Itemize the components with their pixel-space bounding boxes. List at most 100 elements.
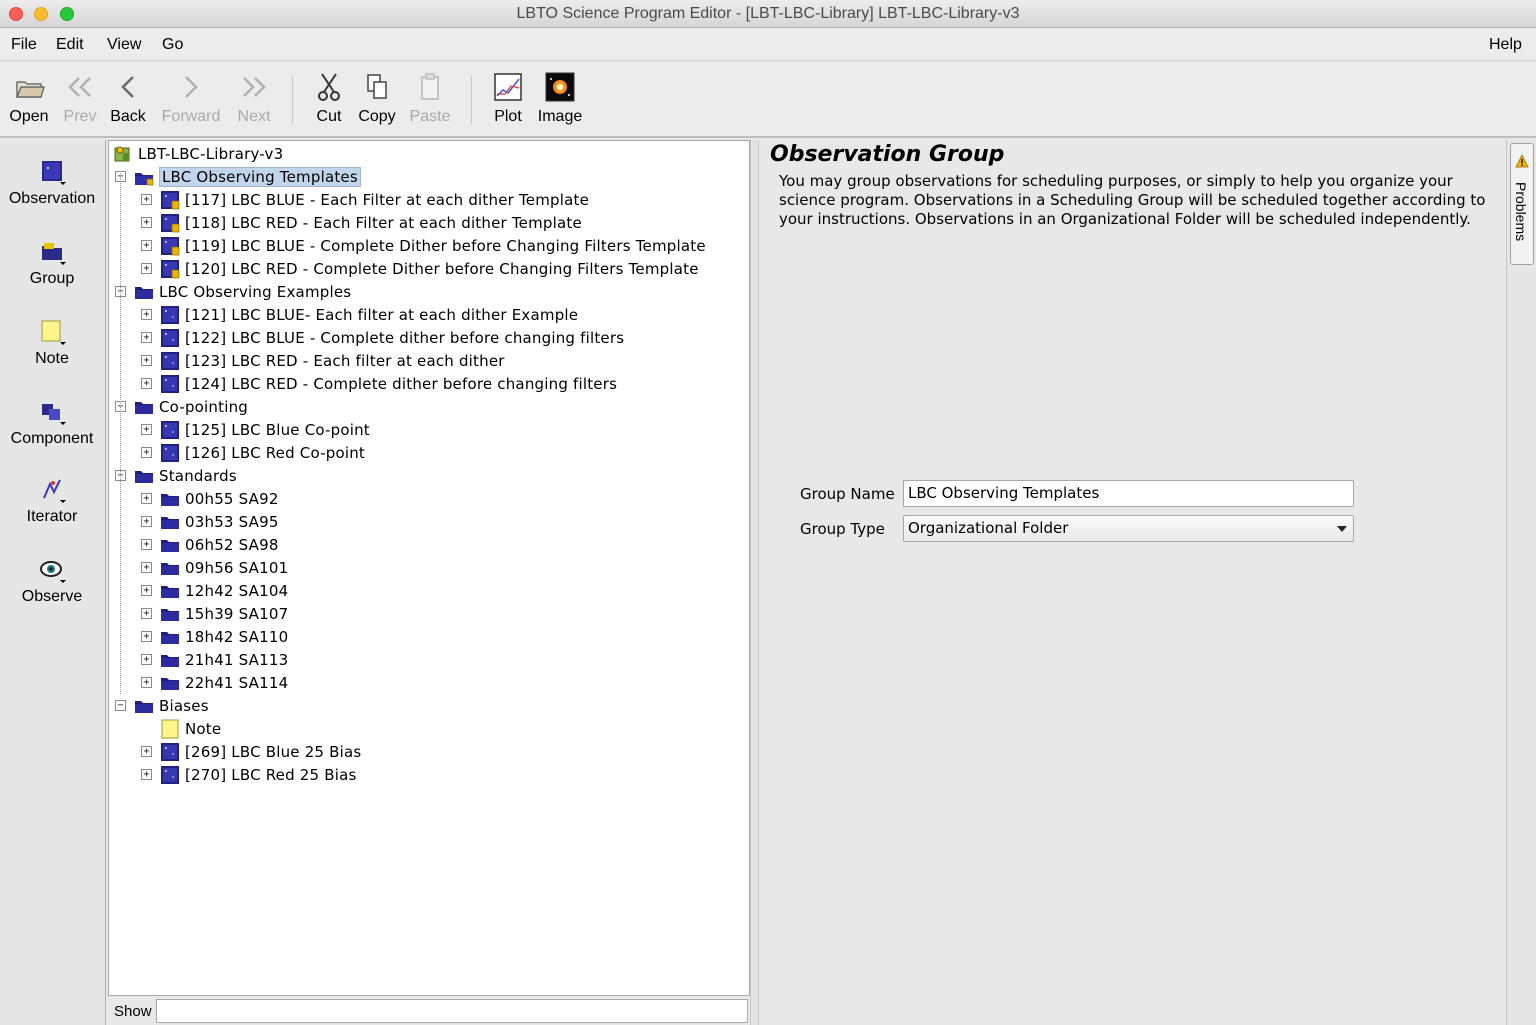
- prev-button[interactable]: Prev: [60, 70, 100, 126]
- tree-group-examples[interactable]: − LBC Observing Examples: [115, 280, 351, 303]
- observation-icon: [161, 765, 179, 784]
- expand-toggle[interactable]: +: [141, 539, 152, 550]
- palette-observe[interactable]: Observe: [0, 556, 104, 606]
- collapse-toggle[interactable]: −: [115, 700, 126, 711]
- tree-item[interactable]: + [121] LBC BLUE- Each filter at each dit…: [141, 303, 578, 326]
- tree-item[interactable]: + [269] LBC Blue 25 Bias: [141, 740, 361, 763]
- expand-toggle[interactable]: +: [141, 217, 152, 228]
- menu-file[interactable]: File: [11, 36, 37, 54]
- note-icon: [41, 320, 66, 345]
- expand-toggle[interactable]: +: [141, 332, 152, 343]
- tree-item[interactable]: + [126] LBC Red Co-point: [141, 441, 365, 464]
- menu-go[interactable]: Go: [162, 36, 183, 54]
- note-icon: [161, 719, 179, 738]
- observation-icon: [42, 161, 66, 185]
- tree-item[interactable]: +12h42 SA104: [141, 579, 288, 602]
- back-button[interactable]: Back: [108, 70, 148, 126]
- tree-node-label: [269] LBC Blue 25 Bias: [185, 742, 362, 761]
- palette-observation[interactable]: Observation: [0, 158, 104, 208]
- menu-bar: File Edit View Go Help: [0, 28, 1536, 61]
- image-button[interactable]: Image: [536, 70, 584, 126]
- program-tree[interactable]: LBT-LBC-Library-v3− LBC Observing Templat…: [108, 140, 750, 996]
- eye-icon: [40, 561, 66, 583]
- tree-item[interactable]: + [125] LBC Blue Co-point: [141, 418, 370, 441]
- tree-group-copointing[interactable]: − Co-pointing: [115, 395, 248, 418]
- expand-toggle[interactable]: +: [141, 424, 152, 435]
- expand-toggle[interactable]: +: [141, 654, 152, 665]
- split-pane-divider[interactable]: [750, 140, 759, 1025]
- folder-icon: [135, 470, 153, 483]
- observation-icon: [161, 374, 179, 393]
- expand-toggle[interactable]: +: [141, 608, 152, 619]
- menu-view[interactable]: View: [107, 36, 141, 54]
- tree-item[interactable]: +06h52 SA98: [141, 533, 279, 556]
- tree-item[interactable]: + [270] LBC Red 25 Bias: [141, 763, 357, 786]
- open-button[interactable]: Open: [6, 70, 52, 126]
- palette-component[interactable]: Component: [0, 398, 104, 448]
- expand-toggle[interactable]: +: [141, 631, 152, 642]
- expand-toggle[interactable]: +: [141, 516, 152, 527]
- tree-note-item[interactable]: Note: [141, 717, 221, 740]
- paste-button[interactable]: Paste: [408, 70, 452, 126]
- expand-toggle[interactable]: +: [141, 746, 152, 757]
- tree-item[interactable]: +09h56 SA101: [141, 556, 288, 579]
- expand-toggle[interactable]: +: [141, 194, 152, 205]
- expand-toggle[interactable]: +: [141, 562, 152, 573]
- expand-toggle[interactable]: +: [141, 493, 152, 504]
- tree-item[interactable]: + [120] LBC RED - Complete Dither before …: [141, 257, 699, 280]
- palette-iterator[interactable]: Iterator: [0, 476, 104, 526]
- expand-toggle[interactable]: +: [141, 585, 152, 596]
- tree-item[interactable]: + [124] LBC RED - Complete dither before …: [141, 372, 617, 395]
- group-type-select[interactable]: Organizational Folder: [903, 515, 1354, 542]
- iterator-icon: [43, 479, 66, 503]
- tree-item[interactable]: +15h39 SA107: [141, 602, 288, 625]
- tree-group-standards[interactable]: − Standards: [115, 464, 237, 487]
- tree-node-label: [126] LBC Red Co-point: [185, 443, 365, 462]
- cut-button[interactable]: Cut: [312, 70, 346, 126]
- expand-toggle[interactable]: +: [141, 355, 152, 366]
- tree-item[interactable]: + [123] LBC RED - Each filter at each dit…: [141, 349, 505, 372]
- tree-item[interactable]: +21h41 SA113: [141, 648, 288, 671]
- tree-item[interactable]: + [117] LBC BLUE - Each Filter at each di…: [141, 188, 589, 211]
- expand-toggle[interactable]: +: [141, 769, 152, 780]
- forward-button[interactable]: Forward: [158, 70, 224, 126]
- palette-group[interactable]: Group: [0, 238, 104, 288]
- expand-toggle[interactable]: +: [141, 240, 152, 251]
- tree-item[interactable]: + [118] LBC RED - Each Filter at each dit…: [141, 211, 582, 234]
- folder-icon: [161, 608, 179, 621]
- group-icon: [42, 243, 66, 265]
- menu-help[interactable]: Help: [1489, 36, 1522, 54]
- observation-icon: [161, 328, 179, 347]
- expand-toggle[interactable]: +: [141, 447, 152, 458]
- show-filter-input[interactable]: [156, 999, 748, 1023]
- tree-item[interactable]: + [122] LBC BLUE - Complete dither before…: [141, 326, 624, 349]
- tree-item[interactable]: +03h53 SA95: [141, 510, 279, 533]
- menu-edit[interactable]: Edit: [56, 36, 84, 54]
- palette-note[interactable]: Note: [0, 318, 104, 368]
- problems-tab[interactable]: Problems: [1510, 143, 1534, 265]
- plot-button[interactable]: Plot: [490, 70, 526, 126]
- tree-item[interactable]: +18h42 SA110: [141, 625, 288, 648]
- tree-node-label: LBC Observing Templates: [159, 166, 361, 187]
- tree-item[interactable]: +00h55 SA92: [141, 487, 279, 510]
- tree-node-label: 09h56 SA101: [185, 558, 289, 577]
- tree-group-biases[interactable]: − Biases: [115, 694, 209, 717]
- expand-toggle[interactable]: +: [141, 263, 152, 274]
- tree-node-label: [123] LBC RED - Each filter at each dith…: [185, 351, 505, 370]
- tree-item[interactable]: + [119] LBC BLUE - Complete Dither before…: [141, 234, 706, 257]
- copy-button[interactable]: Copy: [356, 70, 398, 126]
- observation-icon: [161, 305, 179, 324]
- open-folder-icon: [16, 81, 45, 98]
- next-button[interactable]: Next: [234, 70, 274, 126]
- tree-root[interactable]: LBT-LBC-Library-v3: [113, 142, 283, 165]
- group-name-field[interactable]: LBC Observing Templates: [903, 480, 1354, 507]
- tree-item[interactable]: +22h41 SA114: [141, 671, 288, 694]
- expand-toggle[interactable]: +: [141, 677, 152, 688]
- expand-toggle[interactable]: +: [141, 378, 152, 389]
- group-name-label: Group Name: [800, 485, 895, 503]
- tree-group-templates[interactable]: − LBC Observing Templates: [115, 165, 361, 188]
- science-program-icon: [114, 146, 130, 161]
- clipboard-icon: [421, 73, 439, 100]
- expand-toggle[interactable]: +: [141, 309, 152, 320]
- locked-observation-icon: [161, 190, 180, 209]
